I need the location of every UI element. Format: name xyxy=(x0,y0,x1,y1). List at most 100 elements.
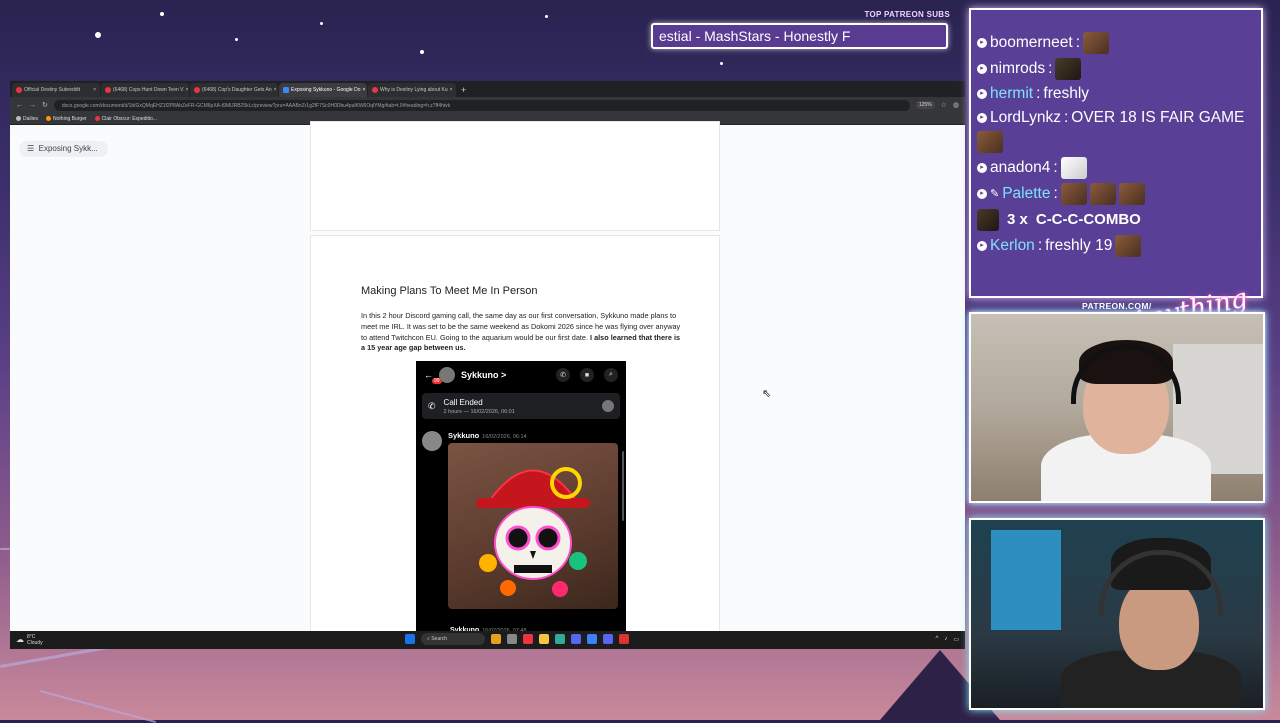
task-view-icon[interactable] xyxy=(507,634,517,644)
contact-name: Sykkuno > xyxy=(461,370,507,380)
star-decoration xyxy=(545,15,548,18)
weather-widget[interactable]: ☁ 8°C Cloudy xyxy=(16,634,43,646)
chat-username: anadon4 xyxy=(990,159,1051,176)
bookmark-dailies[interactable]: Dailies xyxy=(16,116,38,122)
shelf xyxy=(991,530,1061,630)
address-bar[interactable]: docs.google.com/document/d/1bIGxQMqEHZ1f… xyxy=(53,99,910,111)
docs-icon xyxy=(283,87,289,93)
close-icon[interactable]: × xyxy=(274,87,277,93)
chat-text: freshly 19 xyxy=(1045,237,1113,254)
unread-badge: 99 xyxy=(432,378,442,384)
bookmark-label: Clair Obscur: Expeditio... xyxy=(101,115,157,122)
body-paragraph: In this 2 hour Discord gaming call, the … xyxy=(361,311,681,354)
chat-username: hermit xyxy=(990,85,1034,102)
app-icon[interactable] xyxy=(555,634,565,644)
discord-screenshot: ← 99 Sykkuno > ✆ ■ ⌕ ✆ Call Ended 2 hour… xyxy=(416,361,626,641)
tab-label: (6468) Cops Hunt Down Teen V xyxy=(113,87,184,93)
chat-separator: : xyxy=(1053,159,1058,176)
top-patreon-label: TOP PATREON SUBS xyxy=(864,10,950,19)
chat-separator: : xyxy=(1048,60,1053,77)
chat-message: ▸ ✎ Palette: xyxy=(977,183,1255,205)
weather-label: Cloudy xyxy=(27,640,43,646)
chat-fade xyxy=(971,10,1261,24)
emote-icon xyxy=(977,131,1003,153)
emote-icon xyxy=(1115,235,1142,257)
chat-username: nimrods xyxy=(990,60,1046,77)
close-icon[interactable]: × xyxy=(450,87,453,93)
star-decoration xyxy=(235,38,238,41)
search-icon: ⌕ xyxy=(604,368,618,382)
tab-strip: Official Destiny Subreddit × (6468) Cops … xyxy=(10,81,965,97)
outline-label: Exposing Sykk... xyxy=(38,144,98,153)
webcam-guest xyxy=(969,518,1265,710)
pencil-icon: ✎ xyxy=(990,188,1000,200)
tab-youtube-2[interactable]: (6468) Cop's Daughter Gets An × xyxy=(190,83,278,97)
discord-icon[interactable] xyxy=(603,634,613,644)
combo-line: 3 x C-C-C-COMBO xyxy=(977,209,1255,231)
zoom-indicator[interactable]: 125% xyxy=(915,101,935,109)
browser-toolbar: ← → ↻ docs.google.com/document/d/1bIGxQM… xyxy=(10,97,965,113)
youtube-icon xyxy=(105,87,111,93)
new-tab-button[interactable]: + xyxy=(461,85,466,95)
call-title: Call Ended xyxy=(443,397,483,407)
app-icon[interactable] xyxy=(491,634,501,644)
steam-icon[interactable] xyxy=(587,634,597,644)
chat-separator: : xyxy=(1075,34,1081,51)
bookmark-clair-obscur[interactable]: Clair Obscur: Expeditio... xyxy=(94,115,157,122)
reload-icon[interactable]: ↻ xyxy=(42,101,48,109)
bookmark-nothing-burger[interactable]: Nothing Burger xyxy=(46,116,87,122)
forward-icon[interactable]: → xyxy=(29,102,36,109)
back-icon[interactable]: ← xyxy=(16,102,23,109)
chat-panel: ▸ boomerneet: ▸ nimrods: ▸ hermit: freshly ▸… xyxy=(969,8,1263,298)
chrome-icon[interactable] xyxy=(523,634,533,644)
tab-label: Official Destiny Subreddit xyxy=(24,87,81,93)
extensions-icon[interactable]: ◍ xyxy=(953,101,959,109)
doc-page-previous xyxy=(310,121,720,231)
obs-icon[interactable] xyxy=(619,634,629,644)
chevron-up-icon[interactable]: ^ xyxy=(936,636,939,643)
windows-start-icon[interactable] xyxy=(405,634,415,644)
bookmark-star-icon[interactable]: ☆ xyxy=(941,101,947,109)
branch-decoration xyxy=(0,548,10,550)
close-icon[interactable]: × xyxy=(186,87,189,93)
monitor-icon[interactable]: ▭ xyxy=(953,636,959,643)
scrollbar xyxy=(622,451,624,521)
branch-decoration xyxy=(39,690,157,723)
taskbar-search[interactable]: ⌕ Search xyxy=(421,633,485,645)
tab-youtube-1[interactable]: (6468) Cops Hunt Down Teen V × xyxy=(101,83,189,97)
combo-emote-icon xyxy=(977,209,999,231)
chat-username: Kerlon xyxy=(990,237,1035,254)
close-icon[interactable]: × xyxy=(362,87,365,93)
chat-badge-icon: ▸ xyxy=(977,89,987,99)
outline-icon: ☰ xyxy=(27,144,35,153)
tab-google-doc[interactable]: Exposing Sykkuno - Google Do × xyxy=(279,83,367,97)
chat-badge-icon: ▸ xyxy=(977,64,987,74)
file-explorer-icon[interactable] xyxy=(539,634,549,644)
reddit-icon xyxy=(372,87,378,93)
chat-message: ▸ nimrods: xyxy=(977,58,1255,80)
chat-badge-icon: ▸ xyxy=(977,163,987,173)
emote-icon xyxy=(1089,183,1116,205)
microphone-icon[interactable]: ♪ xyxy=(944,636,947,643)
emote-icon xyxy=(1060,183,1087,205)
discord-icon[interactable] xyxy=(571,634,581,644)
chat-badge-icon: ▸ xyxy=(977,113,987,123)
tab-subreddit[interactable]: Official Destiny Subreddit × xyxy=(12,83,100,97)
document-outline-chip[interactable]: ☰ Exposing Sykk... xyxy=(19,141,108,157)
combo-count: 3 x xyxy=(1007,211,1028,228)
browser-window: Official Destiny Subreddit × (6468) Cops … xyxy=(10,81,965,649)
chat-text: freshly xyxy=(1043,85,1090,102)
chat-username: boomerneet xyxy=(990,34,1073,51)
tab-label: (6468) Cop's Daughter Gets An xyxy=(202,87,272,93)
tab-reddit-post[interactable]: Why is Destiny Lying about Ku × xyxy=(368,83,456,97)
webcam-streamer xyxy=(969,312,1265,503)
close-icon[interactable]: × xyxy=(93,87,96,93)
chat-separator: : xyxy=(1053,185,1058,202)
message: Sykkuno 16/02/2026, 06:14 xyxy=(416,423,626,609)
document-area[interactable]: ☰ Exposing Sykk... Making Plans To Meet … xyxy=(10,121,965,649)
chat-message: ▸ hermit: freshly xyxy=(977,84,1255,104)
chat-separator: : xyxy=(1063,109,1069,126)
star-decoration xyxy=(160,12,164,16)
chat-message: ▸ anadon4: xyxy=(977,157,1255,179)
avatar xyxy=(602,400,614,412)
